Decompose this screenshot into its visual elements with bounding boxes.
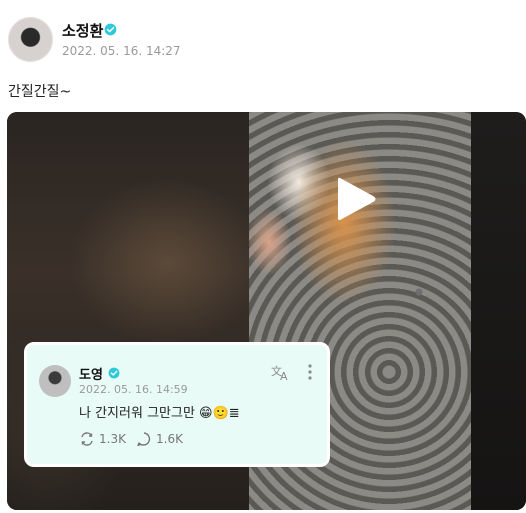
quoted-timestamp: 2022. 05. 16. 14:59 [79,383,188,396]
quoted-post-card[interactable]: 도영 2022. 05. 16. 14:59 나 간지러워 그만그만 😁🙂≣ 文… [24,342,330,467]
repost-icon [81,432,93,446]
quoted-author-name[interactable]: 도영 [79,364,103,383]
comment-count: 1.6K [156,432,183,446]
quoted-text: 나 간지러워 그만그만 😁🙂≣ [79,406,240,421]
author-avatar[interactable] [8,17,53,62]
more-vertical-icon[interactable] [305,362,315,382]
quoted-author-avatar[interactable] [39,365,71,397]
svg-text:A: A [280,370,288,381]
repost-stat[interactable]: 1.3K [79,431,126,447]
video-blur-right [471,112,526,510]
post-text: 간질간질~ [8,84,72,100]
verified-badge-icon [104,23,117,36]
author-name[interactable]: 소정환 [62,20,103,41]
comment-icon [137,432,151,447]
repost-count: 1.3K [99,432,126,446]
verified-badge-icon [108,367,120,379]
comment-stat[interactable]: 1.6K [136,431,183,447]
translate-icon[interactable]: 文 A [271,363,291,381]
play-icon[interactable] [334,174,378,224]
post-timestamp: 2022. 05. 16. 14:27 [62,44,181,58]
